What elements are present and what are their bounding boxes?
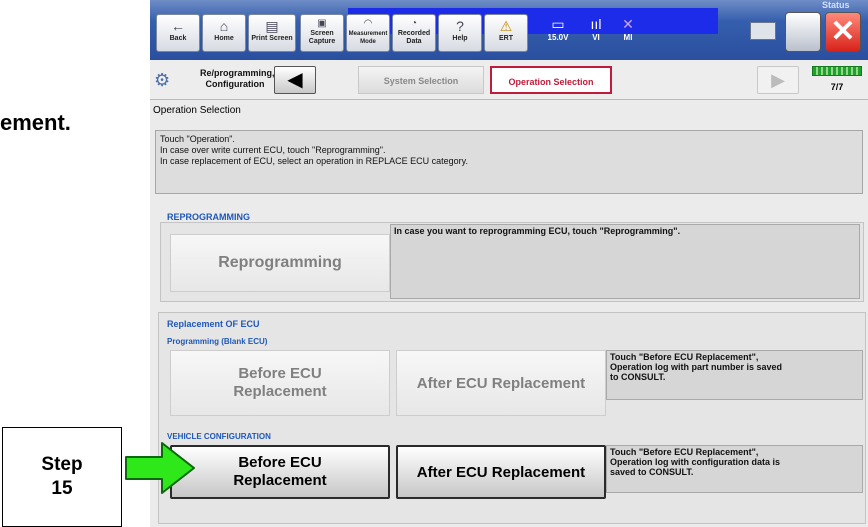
- page-progress-bar: [812, 66, 862, 76]
- navigation-bar: ⚙ Re/programming, Configuration ◀ System…: [150, 60, 868, 100]
- close-icon: ✕: [830, 15, 856, 48]
- ert-button[interactable]: ⚠ ERT: [484, 14, 528, 52]
- battery-icon: ▭: [551, 16, 565, 32]
- page-title: Operation Selection: [153, 105, 241, 116]
- vi-indicator: ııl VI: [582, 16, 610, 50]
- warning-icon: ⚠: [499, 18, 513, 34]
- battery-indicator: ▭ 15.0V: [540, 16, 576, 50]
- description-line: Operation log with configuration data is: [610, 457, 781, 467]
- document-fragment: ement.: [0, 110, 71, 135]
- back-button[interactable]: ← Back: [156, 14, 200, 52]
- reprogramming-description: In case you want to reprogramming ECU, t…: [390, 224, 860, 299]
- nav-forward-button[interactable]: ▶: [757, 66, 799, 94]
- toolbar: Status ← Back ⌂ Home ▤ Print Screen ▣ Sc…: [150, 0, 868, 60]
- blank-ecu-heading: Programming (Blank ECU): [167, 337, 268, 346]
- description-text: In case you want to reprogramming ECU, t…: [394, 226, 681, 236]
- status-label: Status: [822, 0, 850, 10]
- back-icon: ←: [171, 18, 185, 34]
- help-icon: ?: [456, 18, 464, 34]
- print-screen-button[interactable]: ▤ Print Screen: [248, 14, 296, 52]
- description-line: Touch "Before ECU Replacement",: [610, 352, 759, 362]
- replacement-heading: Replacement OF ECU: [167, 319, 260, 329]
- help-button[interactable]: ? Help: [438, 14, 482, 52]
- description-line: Operation log with part number is saved: [610, 362, 783, 372]
- green-arrow-icon: [125, 442, 195, 494]
- measurement-mode-button[interactable]: ◠ Measurement Mode: [346, 14, 390, 52]
- screen-capture-button[interactable]: ▣ Screen Capture: [300, 14, 344, 52]
- home-button[interactable]: ⌂ Home: [202, 14, 246, 52]
- signal-icon: ııl: [590, 16, 602, 32]
- printer-icon: ▤: [265, 18, 279, 34]
- step-label: Step: [41, 454, 83, 475]
- instruction-line: In case over write current ECU, touch "R…: [160, 145, 386, 155]
- vehicle-configuration-heading: VEHICLE CONFIGURATION: [167, 432, 271, 441]
- instruction-box: Touch "Operation". In case over write cu…: [155, 130, 863, 194]
- home-icon: ⌂: [219, 18, 229, 34]
- instruction-line: Touch "Operation".: [160, 134, 235, 144]
- breadcrumb-operation-selection[interactable]: Operation Selection: [490, 66, 612, 94]
- page-indicator: 7/7: [830, 82, 844, 92]
- breadcrumb-system-selection[interactable]: System Selection: [358, 66, 484, 94]
- vehicle-configuration-description: Touch "Before ECU Replacement", Operatio…: [606, 445, 863, 493]
- device-tray-icon: [750, 22, 776, 40]
- instruction-line: In case replacement of ECU, select an op…: [160, 156, 468, 166]
- step-number: 15: [51, 478, 73, 499]
- close-button[interactable]: ✕: [825, 12, 861, 52]
- blank-ecu-description: Touch "Before ECU Replacement", Operatio…: [606, 350, 863, 400]
- vehicle-after-ecu-replacement-button[interactable]: After ECU Replacement: [396, 445, 606, 499]
- arrow-shape: [125, 442, 195, 494]
- blank-after-ecu-replacement-button[interactable]: After ECU Replacement: [396, 350, 606, 416]
- description-line: to CONSULT.: [610, 372, 666, 382]
- reprogramming-icon: ⚙: [154, 70, 171, 90]
- step-callout: Step 15: [2, 427, 122, 527]
- consult-screen: Status ← Back ⌂ Home ▤ Print Screen ▣ Sc…: [150, 0, 868, 527]
- nav-back-button[interactable]: ◀: [274, 66, 316, 94]
- blank-before-ecu-replacement-button[interactable]: Before ECU Replacement: [170, 350, 390, 416]
- arrow-right-icon: ▶: [771, 70, 785, 90]
- disconnected-icon: ✕: [622, 16, 634, 32]
- gauge-icon: ◠: [363, 18, 373, 29]
- reprogramming-button[interactable]: Reprogramming: [170, 234, 390, 292]
- mi-indicator: ✕ MI: [614, 16, 642, 50]
- recorded-data-button[interactable]: ◔ Recorded Data: [392, 14, 436, 52]
- reprogramming-configuration-label: Re/programming, Configuration: [200, 68, 275, 89]
- recorded-data-icon: ◔: [410, 18, 418, 29]
- vehicle-before-ecu-replacement-button[interactable]: Before ECU Replacement: [170, 445, 390, 499]
- camera-icon: ▣: [317, 18, 327, 29]
- arrow-left-icon: ◀: [287, 69, 303, 91]
- screen-mode-button[interactable]: [785, 12, 821, 52]
- description-line: saved to CONSULT.: [610, 467, 694, 477]
- description-line: Touch "Before ECU Replacement",: [610, 447, 759, 457]
- reprogramming-heading: REPROGRAMMING: [167, 212, 250, 222]
